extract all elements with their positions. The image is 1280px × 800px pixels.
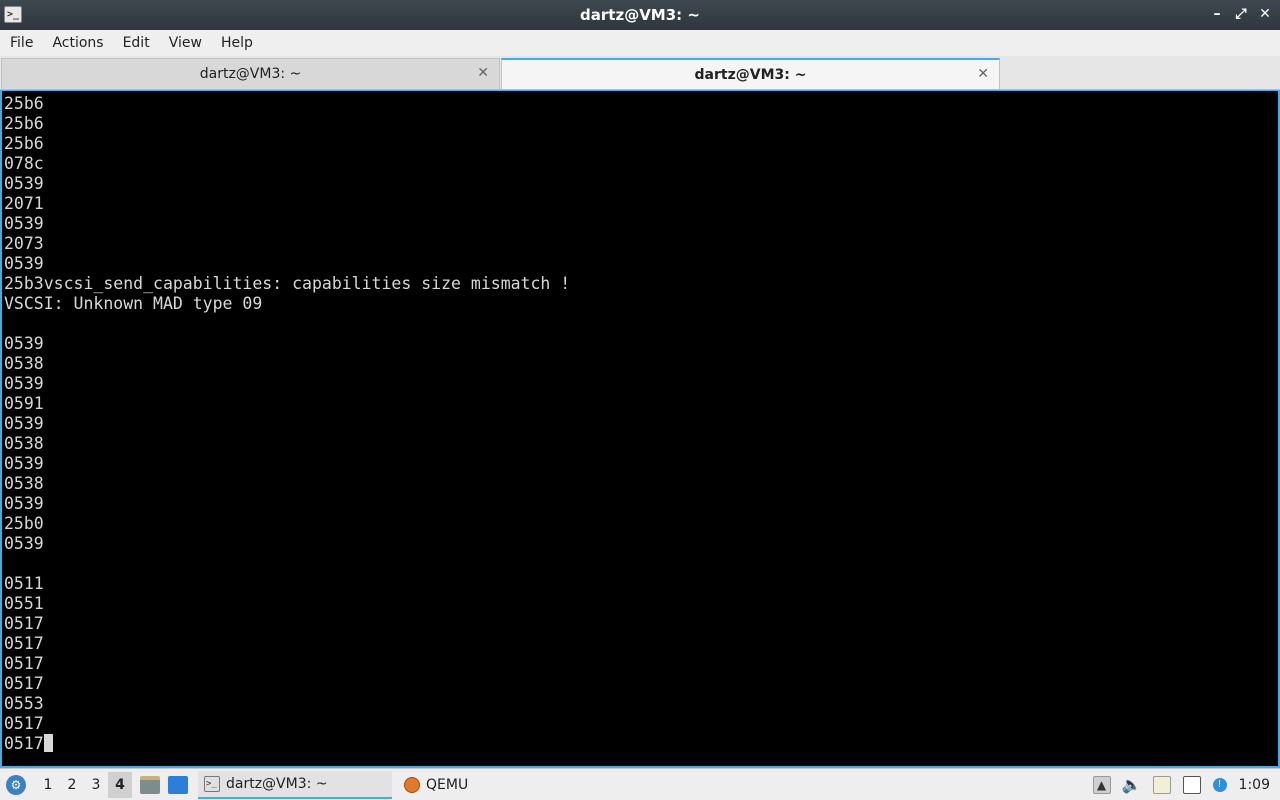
taskbar-task-terminal[interactable]: >_ dartz@VM3: ~ (198, 770, 392, 799)
volume-icon[interactable]: 🔈 (1122, 775, 1142, 794)
update-notifier-icon[interactable]: ! (1212, 777, 1227, 792)
task-label: QEMU (426, 776, 469, 793)
window-titlebar[interactable]: >_ dartz@VM3: ~ – ⤢ ✕ (0, 0, 1280, 30)
task-label: dartz@VM3: ~ (226, 775, 328, 792)
terminal-line: VSCSI: Unknown MAD type 09 (4, 294, 263, 313)
clock[interactable]: 1:09 (1239, 777, 1270, 793)
terminal-line: 0517 (4, 634, 44, 653)
desktop-4[interactable]: 4 (108, 771, 132, 798)
terminal-line: 2071 (4, 194, 44, 213)
tab-bar: dartz@VM3: ~ ✕ dartz@VM3: ~ ✕ (0, 56, 1280, 90)
taskbar: ⚙ 1 2 3 4 >_ dartz@VM3: ~ QEMU ▲ 🔈 ! 1:0… (0, 768, 1280, 800)
network-icon[interactable] (1182, 775, 1201, 794)
terminal-line: 0539 (4, 254, 44, 273)
terminal-line: 0539 (4, 534, 44, 553)
terminal-line: 0517 (4, 734, 44, 753)
tab-label: dartz@VM3: ~ (694, 66, 807, 83)
tab-label: dartz@VM3: ~ (199, 66, 302, 82)
file-manager-icon[interactable] (140, 775, 160, 794)
menu-help[interactable]: Help (215, 30, 259, 56)
terminal-cursor (43, 734, 53, 752)
terminal-app-icon[interactable]: >_ (4, 6, 22, 23)
terminal-line: 25b6 (4, 94, 44, 113)
menu-edit[interactable]: Edit (117, 30, 156, 56)
terminal-line: 078c (4, 154, 44, 173)
terminal-line: 0539 (4, 334, 44, 353)
terminal-view[interactable]: 25b6 25b6 25b6 078c 0539 2071 0539 2073 … (0, 90, 1280, 768)
terminal-line: 0539 (4, 214, 44, 233)
terminal-line: 0539 (4, 374, 44, 393)
terminal-line: 0517 (4, 714, 44, 733)
terminal-line: 0517 (4, 614, 44, 633)
maximize-button[interactable]: ⤢ (1234, 6, 1248, 22)
terminal-line: 0511 (4, 574, 44, 593)
tab-close-icon[interactable]: ✕ (477, 65, 489, 81)
tab-terminal-2[interactable]: dartz@VM3: ~ ✕ (501, 58, 1000, 89)
upload-icon[interactable]: ▲ (1092, 775, 1111, 794)
taskbar-task-qemu[interactable]: QEMU (398, 771, 518, 799)
terminal-line: 0517 (4, 674, 44, 693)
menu-file[interactable]: File (4, 30, 39, 56)
terminal-line: 0538 (4, 434, 44, 453)
terminal-line: 0517 (4, 654, 44, 673)
window-title: dartz@VM3: ~ (580, 6, 700, 24)
desktop-2[interactable]: 2 (60, 772, 84, 798)
desktop-1[interactable]: 1 (36, 772, 60, 798)
system-tray: ▲ 🔈 ! 1:09 (1092, 775, 1280, 794)
terminal-line: 2073 (4, 234, 44, 253)
qemu-icon (404, 776, 420, 793)
terminal-line: 25b6 (4, 114, 44, 133)
menu-bar: File Actions Edit View Help (0, 30, 1280, 56)
close-button[interactable]: ✕ (1258, 6, 1272, 22)
start-menu-icon[interactable]: ⚙ (6, 774, 26, 795)
terminal-line: 0553 (4, 694, 44, 713)
terminal-line: 0591 (4, 394, 44, 413)
terminal-line: 0538 (4, 354, 44, 373)
terminal-output: 25b6 25b6 25b6 078c 0539 2071 0539 2073 … (4, 94, 570, 754)
tab-terminal-1[interactable]: dartz@VM3: ~ ✕ (1, 58, 500, 89)
terminal-icon: >_ (204, 775, 220, 792)
terminal-line: 0539 (4, 414, 44, 433)
terminal-line: 0539 (4, 174, 44, 193)
terminal-line: 0539 (4, 454, 44, 473)
show-desktop-icon[interactable] (168, 775, 188, 794)
desktop-3[interactable]: 3 (84, 772, 108, 798)
terminal-line: 25b0 (4, 514, 44, 533)
window-controls: – ⤢ ✕ (1210, 6, 1272, 22)
terminal-line: 0539 (4, 494, 44, 513)
tab-close-icon[interactable]: ✕ (977, 66, 989, 82)
desktop-switcher: 1 2 3 4 (36, 771, 132, 798)
terminal-line: 0551 (4, 594, 44, 613)
menu-view[interactable]: View (163, 30, 208, 56)
clipboard-icon[interactable] (1152, 775, 1171, 794)
terminal-line: 25b6 (4, 134, 44, 153)
minimize-button[interactable]: – (1210, 6, 1224, 22)
terminal-line: 0538 (4, 474, 44, 493)
menu-actions[interactable]: Actions (46, 30, 109, 56)
terminal-line: 25b3vscsi_send_capabilities: capabilitie… (4, 274, 571, 293)
